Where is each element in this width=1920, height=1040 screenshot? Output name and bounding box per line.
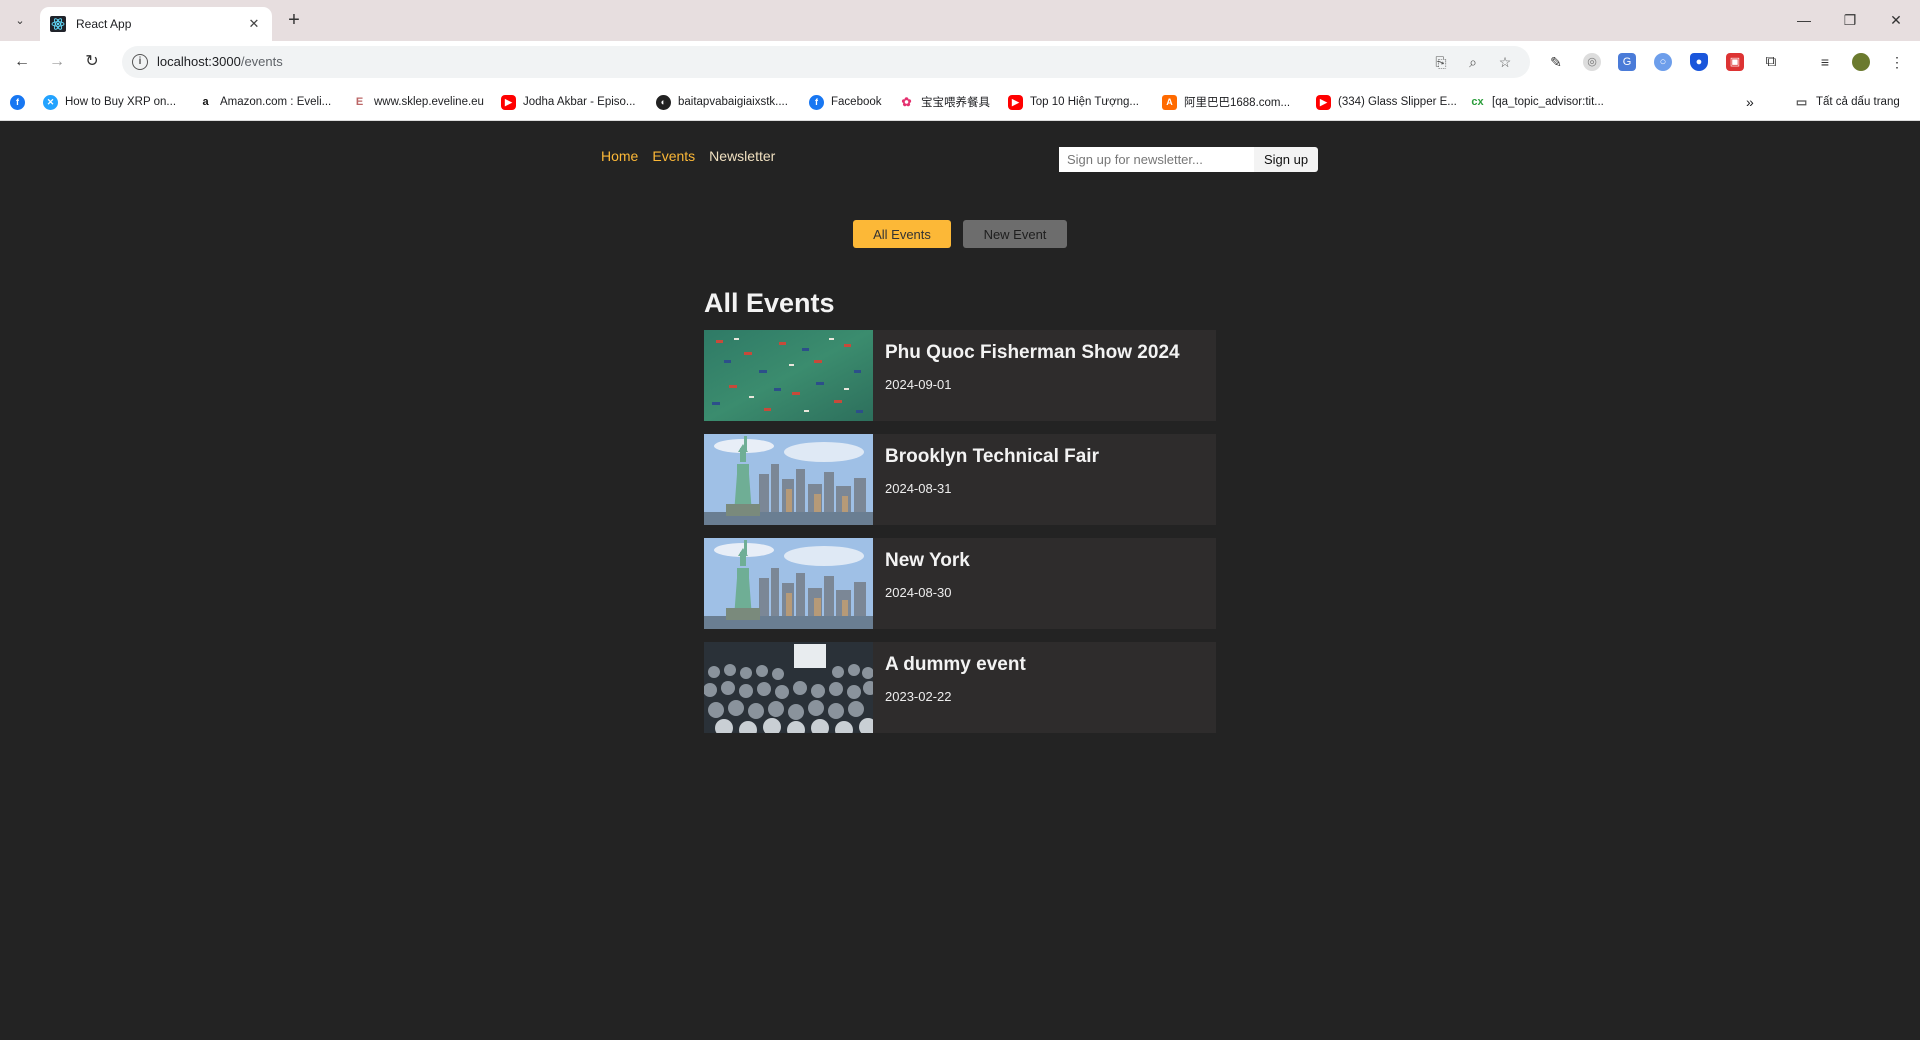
event-title: Phu Quoc Fisherman Show 2024	[885, 342, 1180, 363]
cx-icon: cx	[1470, 94, 1485, 110]
browser-tab[interactable]: React App ✕	[40, 7, 272, 41]
browser-menu-icon[interactable]: ⋮	[1888, 53, 1906, 71]
back-icon[interactable]: ←	[10, 50, 34, 74]
page-content: Home Events Newsletter Sign up All Event…	[0, 121, 1920, 1040]
youtube-icon: ▶	[1316, 94, 1331, 110]
nav-newsletter-link[interactable]: Newsletter	[709, 148, 775, 164]
translate-extension-icon[interactable]: G	[1618, 53, 1636, 71]
newsletter-signup-button[interactable]: Sign up	[1254, 147, 1318, 172]
eyedropper-extension-icon[interactable]: ✎	[1547, 53, 1565, 71]
alibaba-icon: A	[1162, 94, 1177, 110]
event-info: Phu Quoc Fisherman Show 2024 2024-09-01	[873, 330, 1192, 421]
amazon-icon: a	[198, 94, 213, 110]
compass-extension-icon[interactable]: ◎	[1583, 53, 1601, 71]
event-date: 2023-02-22	[885, 689, 952, 704]
events-navigation: All Events New Event	[853, 220, 1067, 248]
event-date: 2024-09-01	[885, 377, 952, 392]
bookmark-item[interactable]: ▶ (334) Glass Slipper E...	[1316, 93, 1457, 111]
tab-strip: ⌄ React App ✕ + — ❐ ✕	[0, 0, 1920, 41]
event-card[interactable]: Brooklyn Technical Fair 2024-08-31	[704, 434, 1216, 525]
all-bookmarks-folder[interactable]: ▭ Tất cả dấu trang	[1794, 93, 1900, 111]
tab-search-chevron-icon[interactable]: ⌄	[8, 8, 32, 32]
event-image-crowd	[704, 642, 873, 733]
zoom-icon[interactable]: ⌕	[1464, 53, 1482, 71]
event-list: Phu Quoc Fisherman Show 2024 2024-09-01	[704, 330, 1216, 746]
reload-icon[interactable]: ↻	[80, 50, 104, 74]
restore-icon[interactable]: ❐	[1838, 8, 1862, 32]
event-date: 2024-08-30	[885, 585, 952, 600]
event-image-statue-of-liberty	[704, 434, 873, 525]
bookmarks-overflow-icon[interactable]: »	[1746, 93, 1754, 111]
url-text[interactable]: localhost:3000/events	[157, 54, 283, 69]
reading-list-icon[interactable]: ≡	[1816, 53, 1834, 71]
new-tab-icon[interactable]: +	[282, 9, 306, 33]
bookmarks-bar: f ✕ How to Buy XRP on... a Amazon.com : …	[0, 83, 1920, 121]
install-app-icon[interactable]: ⎘	[1432, 53, 1450, 71]
bookmark-item[interactable]: ◐ baitapvabaigiaixstk....	[656, 93, 788, 111]
red-extension-icon[interactable]: ▣	[1726, 53, 1744, 71]
facebook-icon: f	[809, 94, 824, 110]
event-info: A dummy event 2023-02-22	[873, 642, 1038, 733]
event-title: Brooklyn Technical Fair	[885, 446, 1099, 467]
new-event-button[interactable]: New Event	[963, 220, 1067, 248]
xrp-icon: ✕	[43, 94, 58, 110]
extensions-puzzle-icon[interactable]: ⧉	[1762, 53, 1780, 71]
tab-close-icon[interactable]: ✕	[246, 16, 262, 32]
event-image-statue-of-liberty	[704, 538, 873, 629]
web-icon: ◐	[656, 94, 671, 110]
youtube-icon: ▶	[501, 94, 516, 110]
event-title: New York	[885, 550, 970, 571]
newsletter-email-input[interactable]	[1059, 147, 1254, 172]
eveline-icon: E	[352, 94, 367, 110]
forward-icon[interactable]: →	[45, 50, 69, 74]
nav-home-link[interactable]: Home	[601, 148, 638, 164]
window-close-icon[interactable]: ✕	[1884, 8, 1908, 32]
page-title: All Events	[704, 288, 835, 318]
search-extension-icon[interactable]: ○	[1654, 53, 1672, 71]
nav-events-link[interactable]: Events	[652, 148, 695, 164]
react-favicon-icon	[50, 16, 66, 32]
event-card[interactable]: Phu Quoc Fisherman Show 2024 2024-09-01	[704, 330, 1216, 421]
profile-avatar[interactable]	[1852, 53, 1870, 71]
bookmark-item[interactable]: cx [qa_topic_advisor:tit...	[1470, 93, 1604, 111]
event-info: New York 2024-08-30	[873, 538, 982, 629]
bookmark-item[interactable]: a Amazon.com : Eveli...	[198, 93, 331, 111]
all-events-button[interactable]: All Events	[853, 220, 951, 248]
event-card[interactable]: A dummy event 2023-02-22	[704, 642, 1216, 733]
bookmark-item[interactable]: A 阿里巴巴1688.com...	[1162, 93, 1290, 111]
youtube-icon: ▶	[1008, 94, 1023, 110]
newsletter-form: Sign up	[1059, 147, 1318, 172]
taobao-icon: ✿	[899, 94, 914, 110]
event-title: A dummy event	[885, 654, 1026, 675]
bookmark-item[interactable]: f Facebook	[809, 93, 882, 111]
bookmark-item[interactable]: ✿ 宝宝喂养餐具	[899, 93, 990, 111]
site-info-icon[interactable]: i	[132, 54, 148, 70]
facebook-icon: f	[10, 94, 25, 110]
bookmark-star-icon[interactable]: ☆	[1496, 53, 1514, 71]
main-navigation: Home Events Newsletter	[601, 148, 775, 164]
minimize-icon[interactable]: —	[1792, 8, 1816, 32]
bookmark-item[interactable]: ✕ How to Buy XRP on...	[43, 93, 176, 111]
bookmark-item[interactable]: ▶ Jodha Akbar - Episo...	[501, 93, 636, 111]
event-date: 2024-08-31	[885, 481, 952, 496]
bookmark-facebook-shortcut[interactable]: f	[10, 93, 32, 111]
bookmark-item[interactable]: E www.sklep.eveline.eu	[352, 93, 484, 111]
bookmark-item[interactable]: ▶ Top 10 Hiện Tượng...	[1008, 93, 1139, 111]
event-image-boats	[704, 330, 873, 421]
folder-icon: ▭	[1794, 94, 1809, 110]
browser-toolbar: ← → ↻ i localhost:3000/events ⎘ ⌕ ☆ ✎ ◎ …	[0, 41, 1920, 83]
address-bar[interactable]: i localhost:3000/events ⎘ ⌕ ☆	[122, 46, 1530, 78]
event-card[interactable]: New York 2024-08-30	[704, 538, 1216, 629]
tab-title: React App	[76, 17, 132, 31]
shield-extension-icon[interactable]: ●	[1690, 53, 1708, 71]
event-info: Brooklyn Technical Fair 2024-08-31	[873, 434, 1111, 525]
